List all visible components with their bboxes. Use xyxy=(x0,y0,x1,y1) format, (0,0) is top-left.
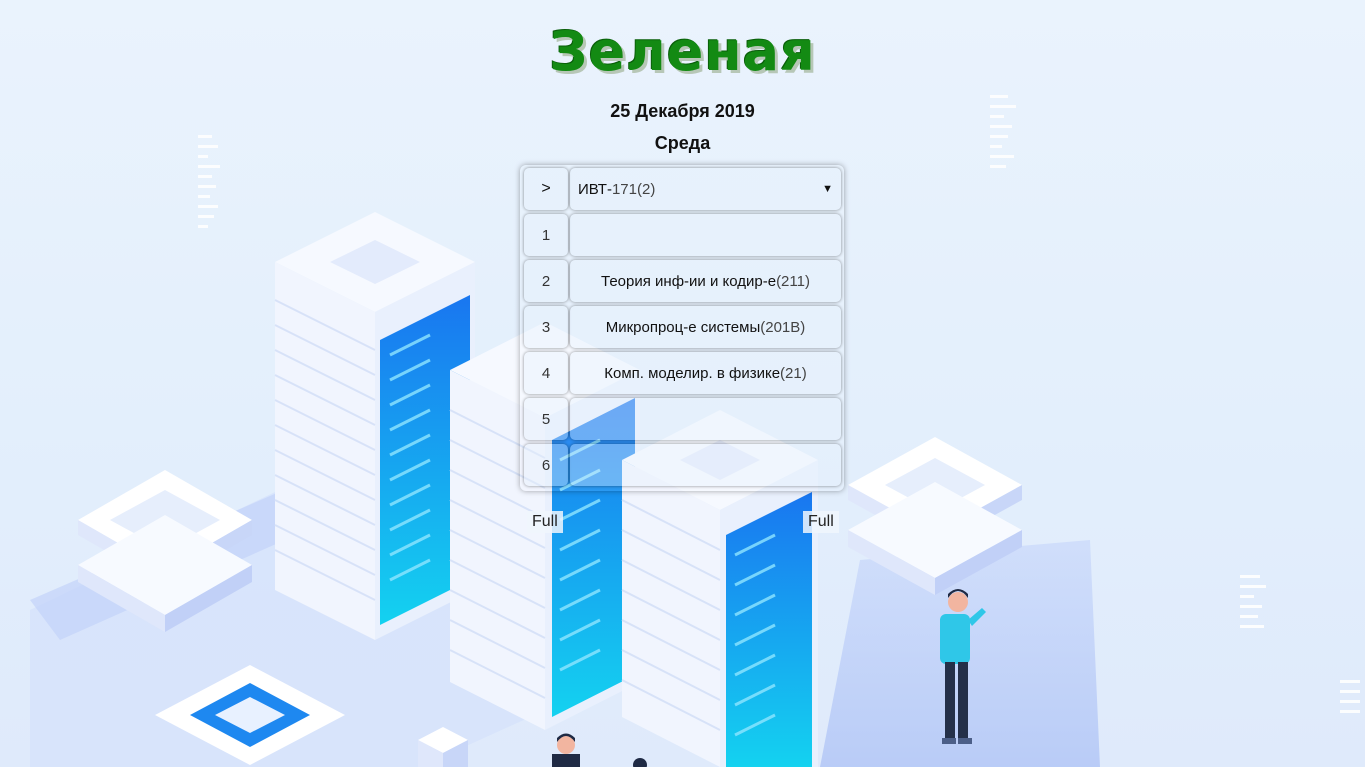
lesson-number: 3 xyxy=(524,306,568,348)
lesson-number: 5 xyxy=(524,398,568,440)
next-group-button[interactable]: > xyxy=(524,168,568,210)
lesson-number: 2 xyxy=(524,260,568,302)
full-button-right[interactable]: Full xyxy=(803,511,839,533)
lesson-number: 4 xyxy=(524,352,568,394)
lesson-subject xyxy=(570,214,841,256)
lesson-subject: Комп. моделир. в физике (21) xyxy=(570,352,841,394)
group-select[interactable]: ИВТ-171(2) ▼ xyxy=(570,168,841,210)
page-title: Зеленая xyxy=(549,20,816,83)
weekday-label: Среда xyxy=(654,133,711,153)
lesson-subject xyxy=(570,444,841,486)
triangle-down-icon: ▼ xyxy=(822,183,833,195)
date-label: 25 Декабря 2019 xyxy=(610,101,755,121)
lesson-number: 1 xyxy=(524,214,568,256)
lesson-subject: Теория инф-ии и кодир-е (211) xyxy=(570,260,841,302)
lesson-subject xyxy=(570,398,841,440)
chevron-right-icon: > xyxy=(541,180,551,197)
lesson-number: 6 xyxy=(524,444,568,486)
group-select-value: ИВТ-171(2) xyxy=(578,180,656,198)
full-button-left[interactable]: Full xyxy=(527,511,563,533)
schedule-panel: > ИВТ-171(2) ▼ 1 2 Теория инф-ии и кодир… xyxy=(520,165,844,491)
lesson-subject: Микропроц-е системы (201В) xyxy=(570,306,841,348)
